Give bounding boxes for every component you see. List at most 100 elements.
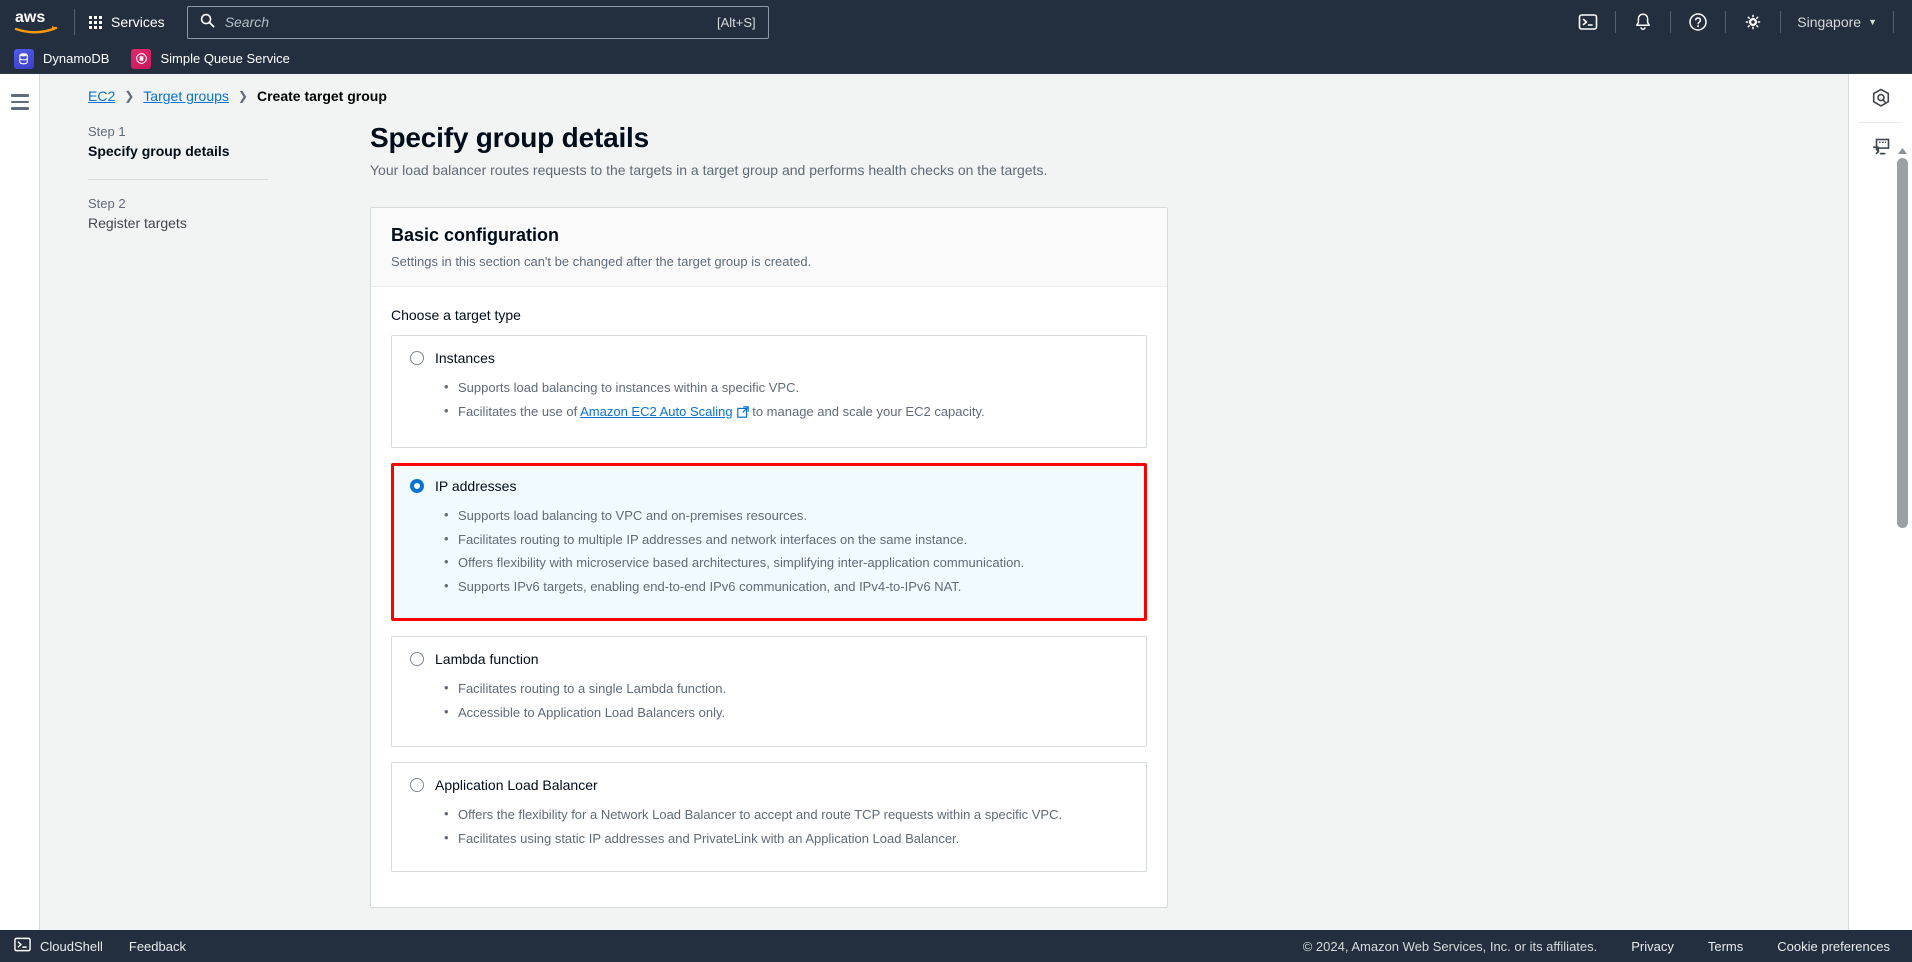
bullet-text-after: to manage and scale your EC2 capacity. [748, 403, 985, 419]
option-header: IP addresses [410, 478, 1128, 494]
wizard-step-2-number: Step 2 [88, 196, 126, 211]
scrollbar-thumb[interactable] [1897, 158, 1908, 528]
top-navigation-bar: aws Services [Alt+S] [0, 0, 1912, 44]
radio-button-application-load-balancer[interactable] [410, 777, 424, 792]
card-heading: Basic configuration [391, 225, 560, 245]
shortcut-simple-queue-service[interactable]: Simple Queue Service [131, 48, 290, 69]
footer-left-group: CloudShell Feedback [14, 936, 186, 956]
breadcrumb-item-current: Create target group [256, 88, 387, 104]
shortcut-dynamodb[interactable]: DynamoDB [14, 48, 110, 69]
bullet-item: Supports load balancing to instances wit… [442, 378, 1128, 398]
footer-cloudshell-button[interactable]: CloudShell [14, 936, 103, 956]
option-label: Lambda function [435, 651, 539, 668]
option-header: Instances [410, 350, 1128, 366]
breadcrumb-separator-icon: ❯ [124, 89, 135, 103]
radio-button-lambda-function[interactable] [410, 652, 424, 667]
footer-right-group: © 2024, Amazon Web Services, Inc. or its… [1303, 939, 1890, 954]
footer-terms-link[interactable]: Terms [1708, 939, 1743, 954]
search-icon [200, 13, 215, 31]
svg-text:aws: aws [15, 9, 45, 26]
option-label: Application Load Balancer [435, 776, 598, 793]
bullet-item: Facilitates routing to a single Lambda f… [442, 679, 1128, 699]
card-description: Settings in this section can't be change… [391, 254, 812, 269]
option-label: Instances [435, 350, 495, 366]
bullet-item: Supports IPv6 targets, enabling end-to-e… [442, 577, 1128, 597]
service-shortcut-bar: DynamoDB Simple Queue Service [0, 44, 1912, 74]
radio-button-instances[interactable] [410, 351, 424, 365]
bullet-item: Offers flexibility with microservice bas… [442, 553, 1128, 573]
wizard-step-1-number: Step 1 [88, 124, 126, 139]
footer-copyright: © 2024, Amazon Web Services, Inc. or its… [1302, 938, 1598, 954]
services-label: Services [111, 14, 165, 30]
hamburger-menu-icon[interactable] [10, 94, 29, 110]
bullet-item: Facilitates using static IP addresses an… [442, 829, 1128, 849]
radio-button-ip-addresses[interactable] [410, 478, 424, 493]
footer-feedback-link[interactable]: Feedback [129, 939, 186, 954]
cloudshell-icon[interactable] [1561, 0, 1615, 44]
bullet-item: Facilitates routing to multiple IP addre… [442, 530, 1128, 550]
wizard-steps-sidebar: Step 1 Specify group details Step 2 Regi… [88, 122, 268, 908]
global-search-bar[interactable]: [Alt+S] [186, 5, 769, 39]
target-type-field-label: Choose a target type [391, 307, 521, 323]
target-type-option-application-load-balancer[interactable]: Application Load Balancer Offers the fle… [391, 761, 1147, 873]
target-type-option-ip-addresses[interactable]: IP addresses Supports load balancing to … [391, 462, 1147, 622]
scroll-up-arrow-icon[interactable] [1897, 144, 1908, 155]
page-scrollbar[interactable] [1896, 148, 1909, 890]
search-shortcut-hint: [Alt+S] [717, 14, 756, 30]
wizard-and-content: Step 1 Specify group details Step 2 Regi… [40, 122, 1848, 909]
footer-bar: CloudShell Feedback © 2024, Amazon Web S… [0, 930, 1912, 962]
aws-logo[interactable]: aws [14, 8, 60, 36]
chevron-down-icon: ▼ [1868, 17, 1877, 27]
page-subtitle: Your load balancer routes requests to th… [370, 162, 1048, 178]
shortcut-label: Simple Queue Service [160, 51, 290, 66]
left-navigation-rail [0, 74, 40, 930]
option-bullet-list: Supports load balancing to instances wit… [442, 378, 1128, 424]
target-type-option-lambda-function[interactable]: Lambda function Facilitates routing to a… [391, 636, 1147, 747]
shortcut-label: DynamoDB [43, 51, 110, 66]
search-input[interactable] [224, 14, 708, 30]
main-content-area: EC2 ❯ Target groups ❯ Create target grou… [40, 74, 1848, 930]
bullet-item: Offers the flexibility for a Network Loa… [442, 805, 1128, 825]
wizard-step-1[interactable]: Step 1 Specify group details [88, 124, 268, 159]
nav-right-group: Singapore ▼ [1561, 0, 1912, 44]
region-selector[interactable]: Singapore ▼ [1781, 0, 1893, 44]
bullet-text-before: Facilitates the use of [458, 403, 581, 419]
page-title: Specify group details [370, 122, 649, 153]
target-type-option-instances[interactable]: Instances Supports load balancing to ins… [391, 335, 1147, 448]
card-body: Choose a target type Instances Supports … [371, 287, 1167, 907]
region-label: Singapore [1797, 14, 1862, 30]
services-menu-button[interactable]: Services [89, 14, 165, 30]
option-header: Lambda function [410, 651, 1128, 667]
breadcrumb-item-target-groups[interactable]: Target groups [143, 88, 229, 104]
bullet-item: Accessible to Application Load Balancers… [442, 703, 1128, 723]
right-tool-rail [1848, 74, 1912, 930]
wizard-divider [88, 179, 268, 180]
amazon-ec2-auto-scaling-link[interactable]: Amazon EC2 Auto Scaling [580, 404, 732, 419]
bullet-item: Supports load balancing to VPC and on-pr… [442, 506, 1128, 526]
breadcrumb-separator-icon: ❯ [237, 89, 248, 103]
settings-gear-icon[interactable] [1726, 0, 1780, 44]
notifications-bell-icon[interactable] [1616, 0, 1670, 44]
bullet-item: Facilitates the use of Amazon EC2 Auto S… [442, 402, 1128, 424]
breadcrumb-item-ec2[interactable]: EC2 [88, 88, 115, 104]
option-label: IP addresses [435, 477, 517, 494]
basic-configuration-card: Basic configuration Settings in this sec… [370, 207, 1168, 909]
footer-cookie-preferences-link[interactable]: Cookie preferences [1777, 939, 1890, 954]
footer-privacy-link[interactable]: Privacy [1631, 939, 1674, 954]
option-bullet-list: Facilitates routing to a single Lambda f… [442, 679, 1128, 723]
help-question-icon[interactable] [1671, 0, 1725, 44]
sqs-icon [131, 48, 152, 69]
option-header: Application Load Balancer [410, 777, 1128, 793]
option-bullet-list: Supports load balancing to VPC and on-pr… [442, 506, 1128, 597]
nav-divider [74, 9, 75, 35]
nav-divider [1893, 11, 1894, 33]
cloudshell-label: CloudShell [40, 938, 103, 954]
aws-q-assistant-icon[interactable] [1849, 74, 1912, 122]
card-header: Basic configuration Settings in this sec… [371, 208, 1167, 287]
dynamodb-icon [14, 48, 34, 69]
cloudshell-icon [14, 936, 31, 956]
wizard-step-1-title: Specify group details [88, 143, 230, 159]
wizard-step-2-title: Register targets [88, 215, 187, 231]
breadcrumb: EC2 ❯ Target groups ❯ Create target grou… [40, 74, 1848, 104]
wizard-step-2[interactable]: Step 2 Register targets [88, 196, 268, 231]
